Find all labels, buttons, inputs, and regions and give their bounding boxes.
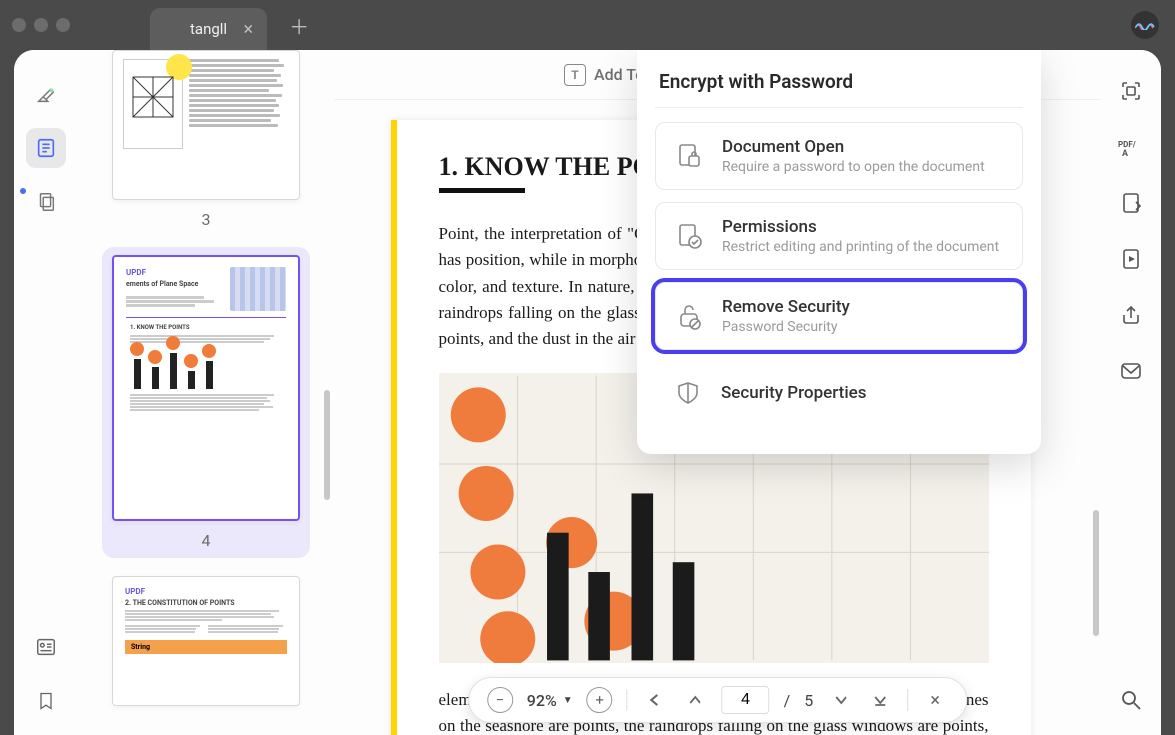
- thumb-logo: UPDF: [125, 587, 287, 596]
- tab-title: tangll: [190, 20, 227, 38]
- zoom-out-button[interactable]: −: [487, 687, 513, 713]
- app-frame: 3 UPDF ements of Plane Space: [14, 50, 1161, 735]
- left-sidebar: [14, 50, 78, 735]
- active-indicator: [20, 188, 26, 194]
- option-subtitle: Password Security: [722, 319, 1006, 335]
- close-window-button[interactable]: [12, 18, 26, 32]
- page-separator: /: [784, 691, 791, 710]
- page-controls-bar: − 92% ▼ + / 5 ×: [468, 677, 967, 723]
- option-title: Document Open: [722, 137, 1006, 157]
- mail-button[interactable]: [1118, 358, 1144, 384]
- ocr-button[interactable]: [1118, 78, 1144, 104]
- app-logo: [1131, 11, 1159, 39]
- option-title: Security Properties: [721, 383, 1007, 403]
- option-subtitle: Require a password to open the document: [722, 159, 1006, 175]
- thumb-heading: ements of Plane Space: [126, 280, 224, 290]
- permissions-icon: [672, 219, 706, 253]
- popover-title: Encrypt with Password: [655, 70, 1023, 93]
- right-sidebar: PDF/A: [1101, 50, 1161, 735]
- zoom-value: 92%: [527, 691, 557, 710]
- unlock-icon: [672, 299, 706, 333]
- chevron-down-icon: ▼: [563, 695, 573, 706]
- crop-button[interactable]: [1118, 190, 1144, 216]
- search-button[interactable]: [1118, 687, 1144, 713]
- pages-tool-button[interactable]: [26, 182, 66, 222]
- window-controls: [12, 18, 70, 32]
- zoom-dropdown[interactable]: 92% ▼: [527, 691, 573, 710]
- security-properties-option[interactable]: Security Properties: [655, 362, 1023, 424]
- new-tab-button[interactable]: ＋: [289, 11, 309, 40]
- svg-text:A: A: [1122, 149, 1129, 157]
- first-page-button[interactable]: [642, 687, 668, 713]
- shield-icon: [671, 376, 705, 410]
- thumbnails-panel[interactable]: 3 UPDF ements of Plane Space: [78, 50, 334, 735]
- page-number-input[interactable]: [722, 686, 770, 714]
- main-area: T Add Text 1. KNOW THE POINTS Point, the…: [334, 50, 1101, 735]
- thumb-section-title: 1. KNOW THE POINTS: [130, 324, 282, 332]
- close-tab-button[interactable]: ×: [243, 19, 253, 40]
- separator: [627, 689, 628, 711]
- option-subtitle: Restrict editing and printing of the doc…: [722, 239, 1006, 255]
- remove-security-option[interactable]: Remove Security Password Security: [655, 282, 1023, 350]
- last-page-button[interactable]: [867, 687, 893, 713]
- window-titlebar: tangll × ＋: [0, 0, 1175, 50]
- page-number-label: 4: [202, 531, 211, 550]
- main-scrollbar[interactable]: [1093, 510, 1099, 636]
- maximize-window-button[interactable]: [56, 18, 70, 32]
- text-icon: T: [564, 64, 586, 86]
- close-bar-button[interactable]: ×: [922, 687, 948, 713]
- lock-document-icon: [672, 139, 706, 173]
- document-tab[interactable]: tangll ×: [150, 8, 267, 50]
- divider: [655, 107, 1023, 108]
- bookmark-tool-button[interactable]: [26, 681, 66, 721]
- thumb-logo: UPDF: [126, 267, 224, 278]
- prev-page-button[interactable]: [682, 687, 708, 713]
- heading-underline: [439, 188, 525, 193]
- thumb-tag: String: [125, 640, 287, 654]
- form-tool-button[interactable]: [26, 627, 66, 667]
- page-number-label: 3: [202, 210, 211, 229]
- separator: [907, 689, 908, 711]
- thumbnails-panel-button[interactable]: [26, 128, 66, 168]
- slideshow-button[interactable]: [1118, 246, 1144, 272]
- thumbnails-scrollbar[interactable]: [324, 390, 330, 500]
- thumbnail-page-5[interactable]: UPDF 2. THE CONSTITUTION OF POINTS Strin…: [102, 576, 310, 706]
- zoom-in-button[interactable]: +: [587, 687, 613, 713]
- thumbnail-page-3[interactable]: 3: [102, 50, 310, 229]
- option-title: Remove Security: [722, 297, 1006, 317]
- permissions-option[interactable]: Permissions Restrict editing and printin…: [655, 202, 1023, 270]
- total-pages: 5: [804, 691, 813, 710]
- minimize-window-button[interactable]: [34, 18, 48, 32]
- document-open-option[interactable]: Document Open Require a password to open…: [655, 122, 1023, 190]
- pdfa-button[interactable]: PDF/A: [1118, 134, 1144, 160]
- encrypt-popover: Encrypt with Password Document Open Requ…: [637, 50, 1041, 454]
- share-button[interactable]: [1118, 302, 1144, 328]
- thumbnail-page-4[interactable]: UPDF ements of Plane Space 1. KNOW THE P…: [102, 247, 310, 558]
- svg-text:PDF/: PDF/: [1118, 140, 1136, 149]
- next-page-button[interactable]: [827, 687, 853, 713]
- highlighter-tool-button[interactable]: [26, 74, 66, 114]
- option-title: Permissions: [722, 217, 1006, 237]
